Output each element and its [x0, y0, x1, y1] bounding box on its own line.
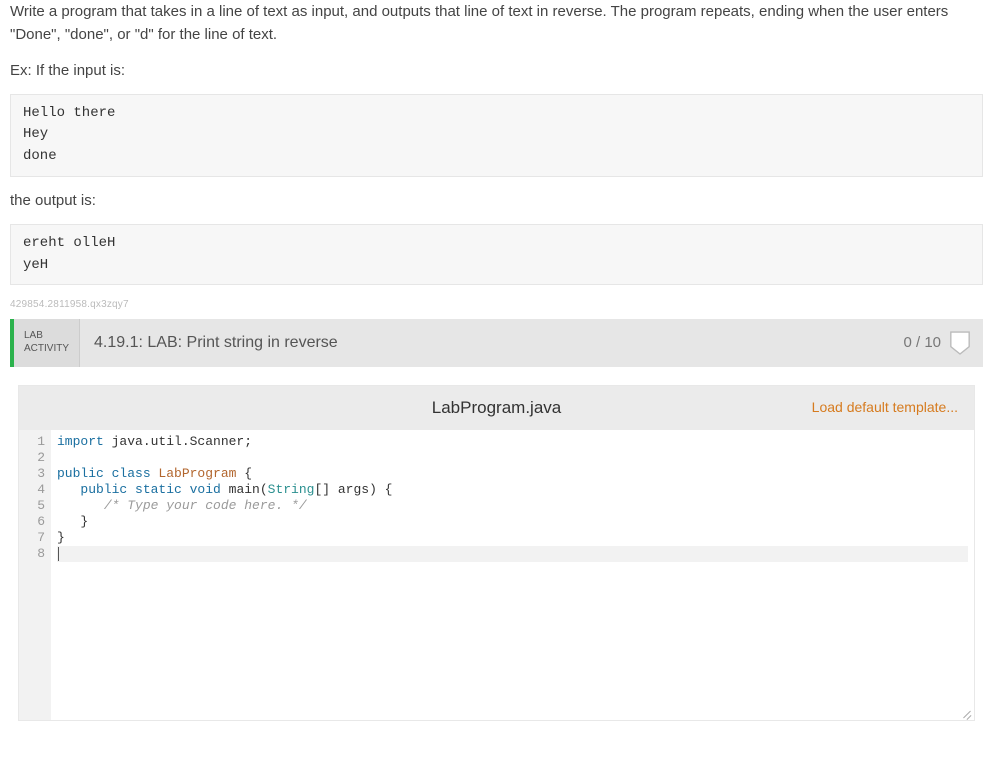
code-editor-panel: LabProgram.java Load default template...… [18, 385, 975, 721]
gutter-line-number: 1 [23, 434, 45, 450]
editor-header: LabProgram.java Load default template... [19, 386, 974, 430]
code-line[interactable]: public static void main(String[] args) { [57, 482, 968, 498]
code-editor[interactable]: 12345678 import java.util.Scanner; publi… [19, 430, 974, 720]
code-line[interactable]: } [57, 514, 968, 530]
classname-token: LabProgram [151, 466, 237, 481]
code-line[interactable]: /* Type your code here. */ [57, 498, 968, 514]
lab-score: 0 / 10 [903, 331, 941, 354]
load-default-template-link[interactable]: Load default template... [812, 397, 958, 419]
gutter-line-number: 2 [23, 450, 45, 466]
keyword-token: void [182, 482, 221, 497]
gutter-line-number: 6 [23, 514, 45, 530]
code-line-active[interactable] [57, 546, 968, 562]
lab-badge: LAB ACTIVITY [14, 319, 80, 367]
code-text: } [57, 514, 88, 529]
example-input-block: Hello there Hey done [10, 94, 983, 177]
code-text: { [236, 466, 252, 481]
resize-handle-icon[interactable] [960, 706, 972, 718]
keyword-token: public [57, 466, 104, 481]
problem-description: Write a program that takes in a line of … [10, 0, 983, 47]
comment-token: /* Type your code here. */ [104, 498, 307, 513]
code-line[interactable]: import java.util.Scanner; [57, 434, 968, 450]
gutter-line-number: 4 [23, 482, 45, 498]
code-text [57, 498, 104, 513]
keyword-token: class [104, 466, 151, 481]
lab-badge-line1: LAB [24, 330, 69, 343]
example-output-block: ereht olleH yeH [10, 224, 983, 285]
shield-icon [949, 330, 971, 356]
example-input-label: Ex: If the input is: [10, 59, 983, 82]
lab-activity-bar: LAB ACTIVITY 4.19.1: LAB: Print string i… [10, 319, 983, 367]
example-output-label: the output is: [10, 189, 983, 212]
lab-title: 4.19.1: LAB: Print string in reverse [80, 331, 903, 356]
type-token: String [268, 482, 315, 497]
editor-code-area[interactable]: import java.util.Scanner; public class L… [51, 430, 974, 720]
gutter-line-number: 8 [23, 546, 45, 562]
code-line[interactable]: } [57, 530, 968, 546]
lab-badge-line2: ACTIVITY [24, 343, 69, 356]
gutter-line-number: 3 [23, 466, 45, 482]
gutter-line-number: 5 [23, 498, 45, 514]
code-text: } [57, 530, 65, 545]
code-line[interactable] [57, 450, 968, 466]
keyword-token: static [127, 482, 182, 497]
keyword-token: import [57, 434, 104, 449]
editor-gutter: 12345678 [19, 430, 51, 720]
code-text: [] args) { [314, 482, 392, 497]
code-line[interactable]: public class LabProgram { [57, 466, 968, 482]
code-text: java.util.Scanner; [104, 434, 252, 449]
tracking-id: 429854.2811958.qx3zqy7 [10, 297, 983, 313]
keyword-token: public [80, 482, 127, 497]
code-text: main( [221, 482, 268, 497]
gutter-line-number: 7 [23, 530, 45, 546]
text-cursor [58, 547, 59, 561]
code-text [57, 482, 80, 497]
